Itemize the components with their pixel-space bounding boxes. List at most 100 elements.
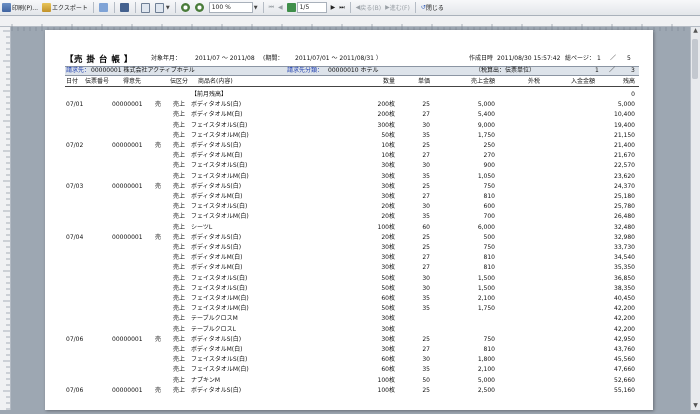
cell-price: 35 bbox=[422, 305, 430, 313]
single-page-icon bbox=[140, 2, 150, 13]
zoom-in-icon bbox=[194, 3, 204, 12]
next-page-button[interactable]: ▶ bbox=[329, 2, 338, 14]
table-row: 売上 ボディタオルM(白) 10枚 27 270 21,670 bbox=[45, 151, 653, 161]
created-label: 作成日時 bbox=[469, 55, 494, 62]
cell-balance: 10,400 bbox=[614, 111, 635, 119]
scroll-up-icon[interactable]: ▲ bbox=[691, 27, 700, 35]
last-page-button[interactable]: ⏭ bbox=[337, 2, 346, 14]
prev-page-button[interactable]: ◀ bbox=[276, 2, 285, 14]
cell-amount: 2,500 bbox=[477, 386, 495, 394]
cell-item: フェイスタオルM(白) bbox=[191, 305, 249, 313]
customer-value: 00000001 株式会社アクティブホテル bbox=[91, 67, 195, 74]
cell-amount: 5,400 bbox=[477, 111, 495, 119]
find-button[interactable] bbox=[118, 2, 132, 14]
cell-qty: 50枚 bbox=[381, 284, 395, 292]
close-label: 閉じる bbox=[425, 5, 444, 12]
multi-page-button[interactable]: ▼ bbox=[153, 2, 172, 14]
cell-date: 07/04 bbox=[66, 233, 84, 241]
copy-button[interactable] bbox=[97, 2, 111, 14]
cell-slip: 00000001 bbox=[112, 182, 143, 190]
export-label: エクスポート bbox=[52, 5, 88, 12]
cell-ship: 売 bbox=[155, 233, 162, 241]
cell-amount: 6,000 bbox=[477, 223, 495, 231]
cell-kbn: 売上 bbox=[173, 131, 186, 139]
col-item: 商品名(内容) bbox=[198, 78, 233, 85]
cell-price: 60 bbox=[422, 223, 430, 231]
cell-kbn: 売上 bbox=[173, 223, 186, 231]
cell-kbn: 売上 bbox=[173, 274, 186, 282]
cell-qty: 50枚 bbox=[381, 305, 395, 313]
cell-kbn: 売上 bbox=[173, 386, 186, 394]
zoom-out-icon bbox=[180, 3, 190, 12]
table-row: 売上 フェイスタオルM(白) 30枚 35 1,050 23,620 bbox=[45, 172, 653, 182]
cell-balance: 45,560 bbox=[614, 356, 635, 364]
print-button[interactable]: 印刷(P)... bbox=[0, 2, 40, 14]
table-row: 07/01 00000001 売 売上 ボディタオルS(白) 200枚 25 5,000 5,0… bbox=[45, 100, 653, 110]
cell-price: 25 bbox=[422, 244, 430, 251]
table-row: 売上 フェイスタオルM(白) 60枚 35 2,100 47,660 bbox=[45, 365, 653, 375]
cell-amount: 250 bbox=[483, 142, 495, 149]
cell-qty: 20枚 bbox=[381, 233, 395, 241]
zoom-out-button[interactable] bbox=[179, 2, 193, 14]
export-button[interactable]: エクスポート bbox=[40, 2, 90, 14]
cell-qty: 30枚 bbox=[381, 172, 395, 180]
cell-balance: 21,150 bbox=[614, 131, 635, 139]
cell-balance: 25,780 bbox=[614, 203, 635, 211]
scrollbar-thumb[interactable] bbox=[692, 39, 698, 79]
zoom-select[interactable]: 100 % ▼ bbox=[207, 2, 260, 14]
first-page-button[interactable]: ⏮ bbox=[267, 2, 276, 14]
table-row: 売上 フェイスタオルS(白) 50枚 30 1,500 38,350 bbox=[45, 284, 653, 294]
cell-item: ボディタオルS(白) bbox=[191, 101, 242, 109]
cell-amount: 700 bbox=[483, 213, 495, 221]
cell-qty: 30枚 bbox=[381, 182, 395, 190]
vertical-scrollbar[interactable]: ▲ ▼ bbox=[690, 27, 700, 410]
table-row: 売上 ボディタオルS(白) 30枚 25 750 33,730 bbox=[45, 243, 653, 253]
cell-kbn: 売上 bbox=[173, 366, 186, 374]
cell-price: 27 bbox=[422, 193, 430, 200]
scroll-down-icon[interactable]: ▼ bbox=[691, 402, 700, 410]
table-row: 07/06 00000001 売 売上 ボディタオルS(白) 100枚 25 2,500 55,… bbox=[45, 386, 653, 396]
back-button[interactable]: ◀ 戻る(B) bbox=[354, 2, 383, 14]
range-value: 2011/07/01 ～ 2011/08/31 ） bbox=[295, 55, 382, 62]
cell-item: フェイスタオルS(白) bbox=[191, 356, 248, 364]
table-row: 売上 ボディタオルM(白) 30枚 27 810 34,540 bbox=[45, 253, 653, 263]
cell-amount: 2,100 bbox=[477, 366, 495, 374]
tax-calc-label: （税算出：伝票単位） bbox=[475, 67, 536, 74]
cell-amount: 1,750 bbox=[477, 305, 495, 313]
cell-qty: 300枚 bbox=[377, 121, 395, 129]
cell-amount: 810 bbox=[483, 264, 495, 272]
cell-price: 30 bbox=[422, 121, 430, 129]
cell-balance: 25,180 bbox=[614, 193, 635, 200]
sub-page-total: 3 bbox=[631, 67, 635, 74]
zoom-in-button[interactable] bbox=[193, 2, 207, 14]
toolbar-separator bbox=[349, 2, 351, 13]
period-value: 2011/07 ～ 2011/08 bbox=[195, 55, 255, 62]
cell-price: 27 bbox=[422, 264, 430, 272]
cell-price: 50 bbox=[422, 376, 430, 384]
cell-qty: 10枚 bbox=[381, 152, 395, 160]
toolbar-separator bbox=[414, 2, 416, 13]
cell-balance: 40,450 bbox=[614, 295, 635, 302]
cell-ship: 売 bbox=[155, 101, 162, 109]
forward-button[interactable]: ▶ 進む(F) bbox=[383, 2, 412, 14]
cell-qty: 60枚 bbox=[381, 295, 395, 302]
range-label: (期間： bbox=[263, 55, 284, 62]
col-ship: 得意先 bbox=[123, 78, 142, 85]
created-value: 2011/08/30 15:57:42 bbox=[497, 55, 561, 62]
category-label: 請求先分類： bbox=[287, 67, 324, 74]
cell-balance: 5,000 bbox=[617, 101, 635, 109]
cell-qty: 30枚 bbox=[381, 346, 395, 353]
first-page-icon: ⏮ bbox=[268, 3, 274, 11]
cell-balance: 55,160 bbox=[614, 386, 635, 394]
cell-item: フェイスタオルS(白) bbox=[191, 274, 248, 282]
header-divider bbox=[65, 86, 639, 87]
page-number-field[interactable]: 1/5 bbox=[285, 2, 329, 14]
close-button[interactable]: ↺ 閉じる bbox=[419, 2, 446, 14]
table-row: 売上 ボディタオルM(白) 200枚 27 5,400 10,400 bbox=[45, 110, 653, 120]
table-row: 売上 フェイスタオルS(白) 60枚 30 1,800 45,560 bbox=[45, 355, 653, 365]
cell-balance: 21,670 bbox=[614, 152, 635, 160]
cell-date: 07/06 bbox=[66, 386, 84, 394]
report-page: 【売 掛 台 帳 】 対象年月： 2011/07 ～ 2011/08 (期間： … bbox=[45, 30, 653, 410]
single-page-button[interactable] bbox=[139, 2, 153, 14]
cell-kbn: 売上 bbox=[173, 254, 186, 262]
